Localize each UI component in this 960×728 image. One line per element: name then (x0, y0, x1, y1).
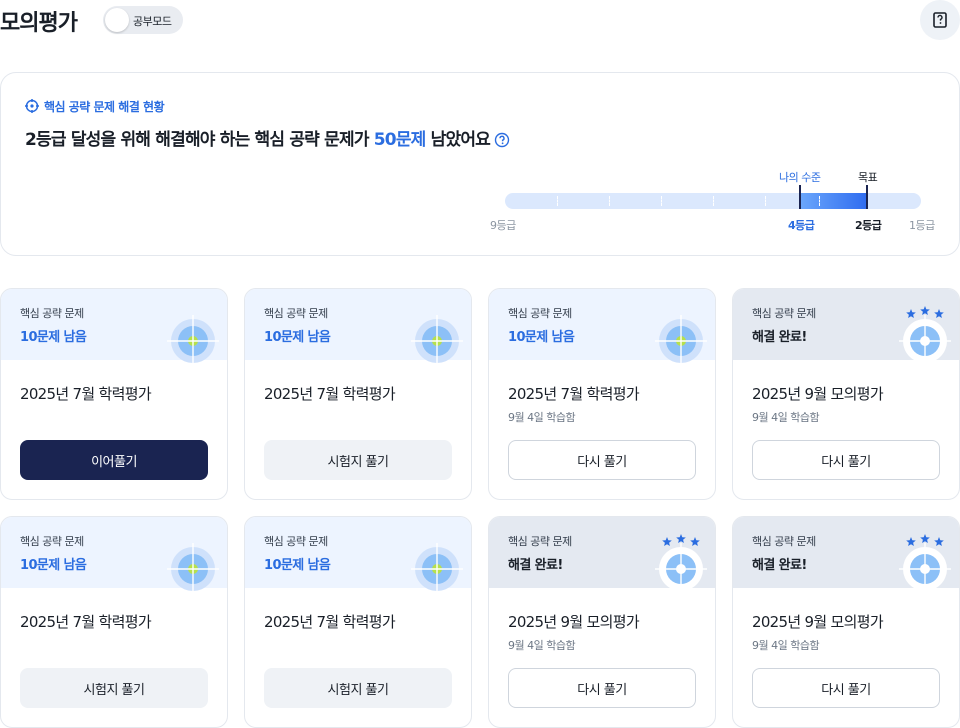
gauge-fill (801, 193, 867, 209)
gauge-track (505, 193, 921, 209)
exam-card: 핵심 공략 문제해결 완료! 2025년 9월 모의평가 9월 4일 학습함다시 풀… (732, 516, 960, 728)
target-icon (653, 313, 709, 373)
card-studied-date: 9월 4일 학습함 (508, 411, 576, 424)
card-action-button[interactable]: 다시 풀기 (752, 668, 940, 708)
card-status: 해결 완료! (508, 558, 563, 573)
exam-card: 핵심 공략 문제 10문제 남음 2025년 7월 학력평가 9월 4일 학습함다시 … (488, 288, 716, 500)
gauge-tick (661, 196, 662, 206)
target-icon (165, 541, 221, 601)
exam-card: 핵심 공략 문제 10문제 남음 2025년 7월 학력평가이어풀기 (0, 288, 228, 500)
exam-card: 핵심 공략 문제해결 완료! 2025년 9월 모의평가 9월 4일 학습함다시 풀… (732, 288, 960, 500)
card-eyebrow: 핵심 공략 문제 (508, 535, 572, 548)
headline-count: 50문제 (373, 130, 427, 150)
card-status: 10문제 남음 (20, 330, 87, 345)
header: 모의평가 공부모드 (0, 0, 960, 40)
card-status: 10문제 남음 (20, 558, 87, 573)
headline-prefix: 2등급 달성을 위해 해결해야 하는 핵심 공략 문제가 (25, 130, 374, 150)
card-studied-date: 9월 4일 학습함 (752, 639, 820, 652)
card-header: 핵심 공략 문제 10문제 남음 (245, 289, 471, 367)
toggle-knob (105, 8, 129, 32)
notebook-icon (933, 12, 947, 28)
status-eyebrow-label: 핵심 공략 문제 해결 현황 (44, 99, 165, 114)
card-eyebrow: 핵심 공략 문제 (752, 307, 816, 320)
card-status: 해결 완료! (752, 330, 807, 345)
current-grade-label: 4등급 (788, 219, 815, 232)
crosshair-icon (25, 99, 39, 113)
card-status: 10문제 남음 (508, 330, 575, 345)
study-mode-toggle[interactable]: 공부모드 (103, 6, 183, 34)
status-eyebrow: 핵심 공략 문제 해결 현황 (25, 97, 165, 115)
card-header: 핵심 공략 문제해결 완료! (733, 289, 959, 367)
goal-caption: 목표 (858, 171, 878, 184)
card-title: 2025년 9월 모의평가 (752, 613, 884, 631)
card-status: 10문제 남음 (264, 558, 331, 573)
card-header: 핵심 공략 문제해결 완료! (733, 517, 959, 595)
card-title: 2025년 7월 학력평가 (20, 385, 152, 403)
study-mode-label: 공부모드 (133, 15, 172, 28)
target-icon (897, 313, 953, 373)
card-header: 핵심 공략 문제 10문제 남음 (245, 517, 471, 595)
card-header: 핵심 공략 문제 10문제 남음 (489, 289, 715, 367)
card-eyebrow: 핵심 공략 문제 (264, 535, 328, 548)
status-panel: 핵심 공략 문제 해결 현황 2등급 달성을 위해 해결해야 하는 핵심 공략 … (0, 72, 960, 256)
card-title: 2025년 7월 학력평가 (20, 613, 152, 631)
grade-1-label: 1등급 (909, 219, 935, 232)
exam-card: 핵심 공략 문제 10문제 남음 2025년 7월 학력평가시험지 풀기 (0, 516, 228, 728)
gauge-tick (557, 196, 558, 206)
card-title: 2025년 7월 학력평가 (264, 385, 396, 403)
card-eyebrow: 핵심 공략 문제 (264, 307, 328, 320)
card-action-button[interactable]: 다시 풀기 (508, 668, 696, 708)
exam-card: 핵심 공략 문제해결 완료! 2025년 9월 모의평가 9월 4일 학습함다시 풀… (488, 516, 716, 728)
card-eyebrow: 핵심 공략 문제 (20, 307, 84, 320)
card-action-button[interactable]: 시험지 풀기 (264, 668, 452, 708)
gauge-tick (819, 196, 820, 206)
headline-suffix: 남았어요 (425, 130, 491, 150)
target-icon (897, 541, 953, 601)
page-title: 모의평가 (0, 11, 78, 36)
gauge-tick (609, 196, 610, 206)
goal-marker (866, 185, 868, 209)
goal-grade-label: 2등급 (855, 219, 882, 232)
target-icon (165, 313, 221, 373)
card-title: 2025년 9월 모의평가 (752, 385, 884, 403)
card-header: 핵심 공략 문제 10문제 남음 (1, 517, 227, 595)
target-icon (409, 541, 465, 601)
status-headline: 2등급 달성을 위해 해결해야 하는 핵심 공략 문제가 50문제 남았어요 (25, 125, 510, 150)
card-header: 핵심 공략 문제해결 완료! (489, 517, 715, 595)
notebook-button[interactable] (920, 0, 960, 40)
help-icon[interactable] (494, 132, 510, 148)
exam-card: 핵심 공략 문제 10문제 남음 2025년 7월 학력평가시험지 풀기 (244, 288, 472, 500)
grade-9-label: 9등급 (490, 219, 516, 232)
target-icon (409, 313, 465, 373)
card-eyebrow: 핵심 공략 문제 (20, 535, 84, 548)
card-title: 2025년 7월 학력평가 (264, 613, 396, 631)
card-studied-date: 9월 4일 학습함 (752, 411, 820, 424)
card-action-button[interactable]: 시험지 풀기 (264, 440, 452, 480)
card-action-button[interactable]: 이어풀기 (20, 440, 208, 480)
gauge-tick (713, 196, 714, 206)
target-icon (653, 541, 709, 601)
card-header: 핵심 공략 문제 10문제 남음 (1, 289, 227, 367)
current-level-caption: 나의 수준 (779, 171, 821, 184)
card-action-button[interactable]: 시험지 풀기 (20, 668, 208, 708)
card-eyebrow: 핵심 공략 문제 (752, 535, 816, 548)
gauge-tick (765, 196, 766, 206)
card-action-button[interactable]: 다시 풀기 (508, 440, 696, 480)
card-action-button[interactable]: 다시 풀기 (752, 440, 940, 480)
card-eyebrow: 핵심 공략 문제 (508, 307, 572, 320)
card-title: 2025년 9월 모의평가 (508, 613, 640, 631)
card-status: 해결 완료! (752, 558, 807, 573)
card-status: 10문제 남음 (264, 330, 331, 345)
card-studied-date: 9월 4일 학습함 (508, 639, 576, 652)
current-level-marker (799, 185, 801, 209)
exam-card: 핵심 공략 문제 10문제 남음 2025년 7월 학력평가시험지 풀기 (244, 516, 472, 728)
card-title: 2025년 7월 학력평가 (508, 385, 640, 403)
